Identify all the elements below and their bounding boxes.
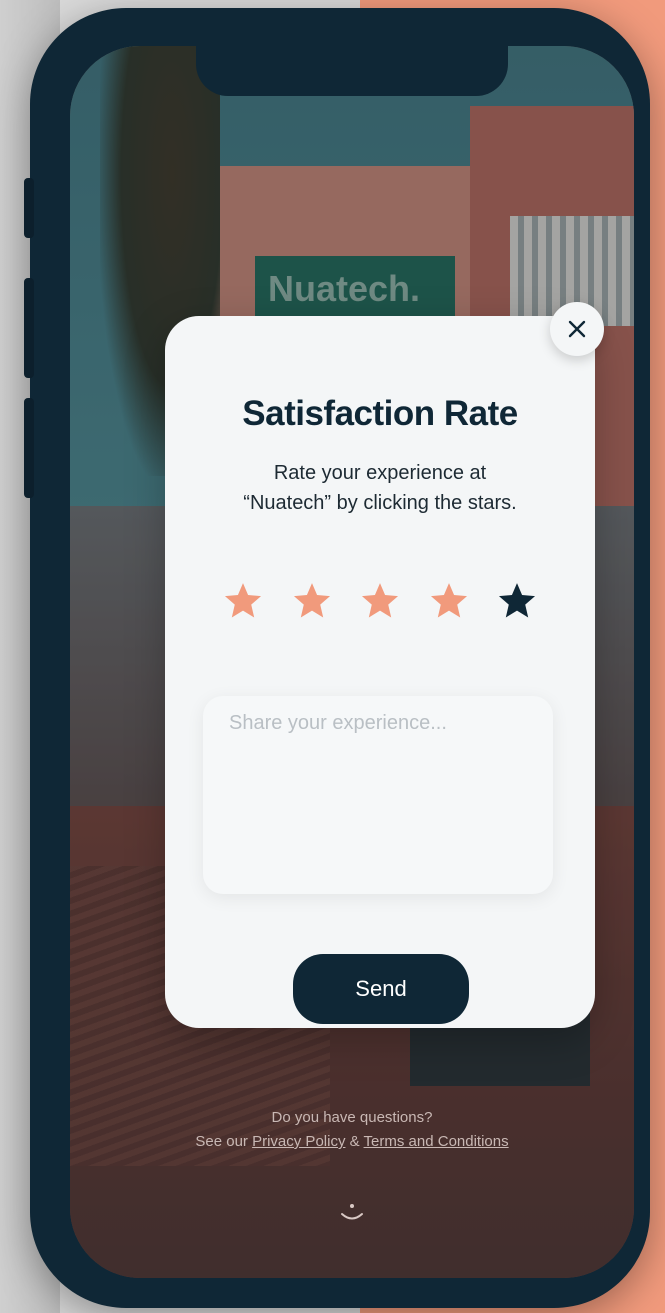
footer-question: Do you have questions? bbox=[271, 1109, 433, 1126]
footer-prefix: See our bbox=[195, 1133, 248, 1150]
close-button[interactable] bbox=[550, 302, 604, 356]
star-rating bbox=[220, 578, 540, 626]
footer-text: Do you have questions? See our Privacy P… bbox=[70, 1106, 634, 1154]
star-5[interactable] bbox=[494, 578, 540, 624]
phone-frame: Nuatech. Satisfaction Rate Rate your exp… bbox=[24, 8, 650, 1308]
terms-link[interactable]: Terms and Conditions bbox=[364, 1133, 509, 1150]
modal-subtitle: Rate your experience at “Nuatech” by cli… bbox=[205, 458, 555, 518]
send-button[interactable]: Send bbox=[293, 954, 469, 1024]
modal-title: Satisfaction Rate bbox=[242, 394, 518, 433]
phone-volume-down-button bbox=[24, 398, 34, 498]
phone-volume-up-button bbox=[24, 278, 34, 378]
star-icon bbox=[293, 583, 330, 618]
footer-ampersand: & bbox=[349, 1133, 360, 1150]
star-2[interactable] bbox=[289, 578, 335, 624]
star-icon bbox=[361, 583, 399, 618]
rating-modal: Satisfaction Rate Rate your experience a… bbox=[165, 302, 604, 1028]
star-1[interactable] bbox=[220, 578, 266, 624]
star-3[interactable] bbox=[357, 578, 403, 624]
star-icon bbox=[498, 583, 536, 618]
experience-textarea[interactable] bbox=[203, 696, 553, 894]
phone-screen: Nuatech. Satisfaction Rate Rate your exp… bbox=[70, 46, 634, 1278]
star-4[interactable] bbox=[426, 578, 472, 624]
close-icon bbox=[568, 320, 586, 338]
star-icon bbox=[224, 583, 262, 618]
modal-subtitle-line1: Rate your experience at bbox=[273, 462, 487, 484]
footer-links-line: See our Privacy Policy & Terms and Condi… bbox=[70, 1130, 634, 1154]
smile-icon bbox=[341, 1204, 363, 1220]
privacy-policy-link[interactable]: Privacy Policy bbox=[252, 1133, 345, 1150]
phone-side-button bbox=[24, 178, 34, 238]
star-icon bbox=[430, 583, 467, 618]
modal-subtitle-line2: “Nuatech” by clicking the stars. bbox=[243, 492, 517, 514]
phone-notch bbox=[196, 46, 508, 96]
